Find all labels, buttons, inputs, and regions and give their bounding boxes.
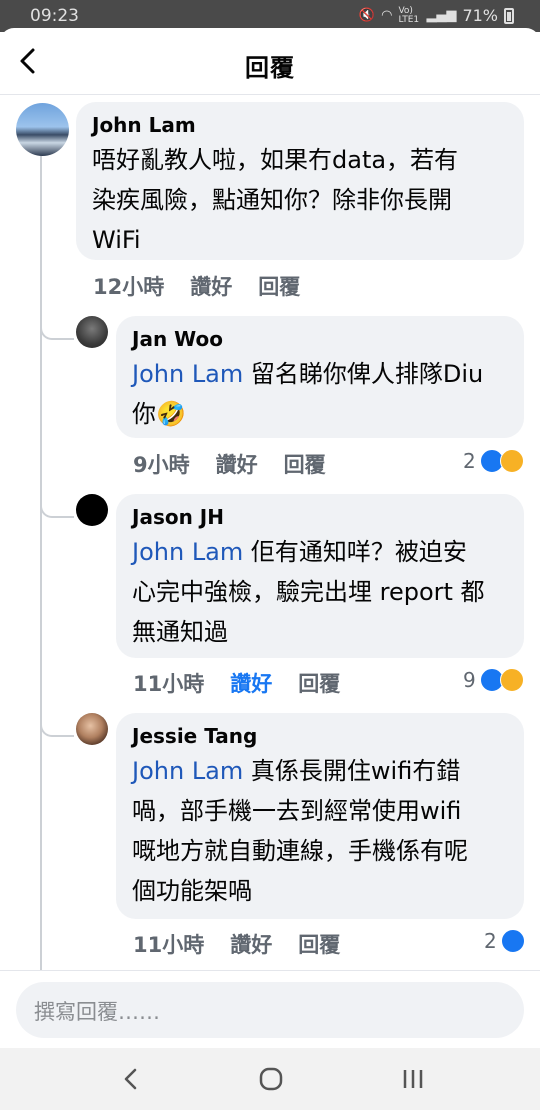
comment-text: John Lam 真係長開住wifi冇錯 喎，部手機一去到經常使用wifi 嘅地… xyxy=(132,757,468,905)
comment-author[interactable]: Jessie Tang xyxy=(132,723,508,749)
comment-author[interactable]: Jason JH xyxy=(132,504,508,530)
battery-icon xyxy=(504,7,514,24)
comment-bubble[interactable]: Jessie Tang John Lam 真係長開住wifi冇錯 喎，部手機一去… xyxy=(116,713,524,919)
avatar[interactable] xyxy=(16,103,69,156)
thread-line xyxy=(40,150,42,970)
thread-branch xyxy=(40,713,74,737)
battery-percent: 71% xyxy=(462,6,498,25)
page-title: 回覆 xyxy=(245,54,295,82)
comment-actions: 11小時 讚好 回覆 xyxy=(133,668,366,698)
mute-icon: 🔇 xyxy=(358,8,376,23)
comment-author[interactable]: John Lam xyxy=(92,112,508,138)
mention-link[interactable]: John Lam xyxy=(132,538,243,566)
header: 回覆 xyxy=(0,32,540,95)
comment-author[interactable]: Jan Woo xyxy=(132,326,508,352)
system-navbar xyxy=(0,1048,540,1110)
comment-time[interactable]: 9小時 xyxy=(133,449,190,479)
reply-button[interactable]: 回覆 xyxy=(298,668,340,698)
nav-back-icon[interactable] xyxy=(116,1064,146,1094)
like-button[interactable]: 讚好 xyxy=(230,929,272,959)
reply-composer[interactable]: 撰寫回覆…… xyxy=(16,982,524,1038)
thread-branch xyxy=(40,494,74,518)
comment-time[interactable]: 11小時 xyxy=(133,668,204,698)
reply-button[interactable]: 回覆 xyxy=(298,929,340,959)
comment-text: 唔好亂教人啦，如果冇data，若有 染疾風險，點通知你？除非你長開 WiFi xyxy=(92,146,459,254)
like-reaction-icon xyxy=(500,929,525,953)
comment-bubble[interactable]: John Lam 唔好亂教人啦，如果冇data，若有 染疾風險，點通知你？除非你… xyxy=(76,102,524,260)
comment-bubble[interactable]: Jan Woo John Lam 留名睇你俾人排隊Diu 你🤣 xyxy=(116,316,524,438)
comment-time[interactable]: 12小時 xyxy=(93,271,164,301)
comment-actions: 11小時 讚好 回覆 xyxy=(133,929,366,959)
like-button[interactable]: 讚好 xyxy=(190,271,232,301)
like-button[interactable]: 讚好 xyxy=(216,449,258,479)
avatar[interactable] xyxy=(76,713,108,745)
reaction-count: 2 xyxy=(484,929,497,953)
nav-home-icon[interactable] xyxy=(256,1064,286,1094)
avatar[interactable] xyxy=(76,316,108,348)
reaction-count: 2 xyxy=(463,449,476,473)
like-button[interactable]: 讚好 xyxy=(230,668,272,698)
reaction-summary[interactable]: 2 xyxy=(484,929,525,953)
wifi-icon: ◠ xyxy=(381,8,393,23)
signal-icon: ▂▄▆ xyxy=(426,8,457,23)
mention-link[interactable]: John Lam xyxy=(132,360,243,388)
thread-branch xyxy=(40,316,74,340)
avatar[interactable] xyxy=(76,494,108,526)
reply-input[interactable]: 撰寫回覆…… xyxy=(34,996,160,1026)
comment-actions: 9小時 讚好 回覆 xyxy=(133,449,352,479)
haha-reaction-icon xyxy=(499,668,524,692)
reply-button[interactable]: 回覆 xyxy=(284,449,326,479)
status-time: 09:23 xyxy=(30,6,79,26)
reaction-count: 9 xyxy=(463,668,476,692)
comment-text: John Lam 留名睇你俾人排隊Diu 你🤣 xyxy=(132,360,484,428)
mention-link[interactable]: John Lam xyxy=(132,757,243,785)
network-label: Vo) LTE1 xyxy=(398,5,420,25)
comment-text: John Lam 佢有通知咩？被迫安 心完中強檢，驗完出埋 report 都 無… xyxy=(132,538,485,646)
comment-bubble[interactable]: Jason JH John Lam 佢有通知咩？被迫安 心完中強檢，驗完出埋 r… xyxy=(116,494,524,658)
reaction-summary[interactable]: 9 xyxy=(463,668,524,692)
comment-time[interactable]: 11小時 xyxy=(133,929,204,959)
nav-recents-icon[interactable] xyxy=(398,1064,428,1094)
comment-actions: 12小時 讚好 回覆 xyxy=(93,271,326,301)
haha-reaction-icon xyxy=(499,449,524,473)
reaction-summary[interactable]: 2 xyxy=(463,449,524,473)
reply-button[interactable]: 回覆 xyxy=(258,271,300,301)
